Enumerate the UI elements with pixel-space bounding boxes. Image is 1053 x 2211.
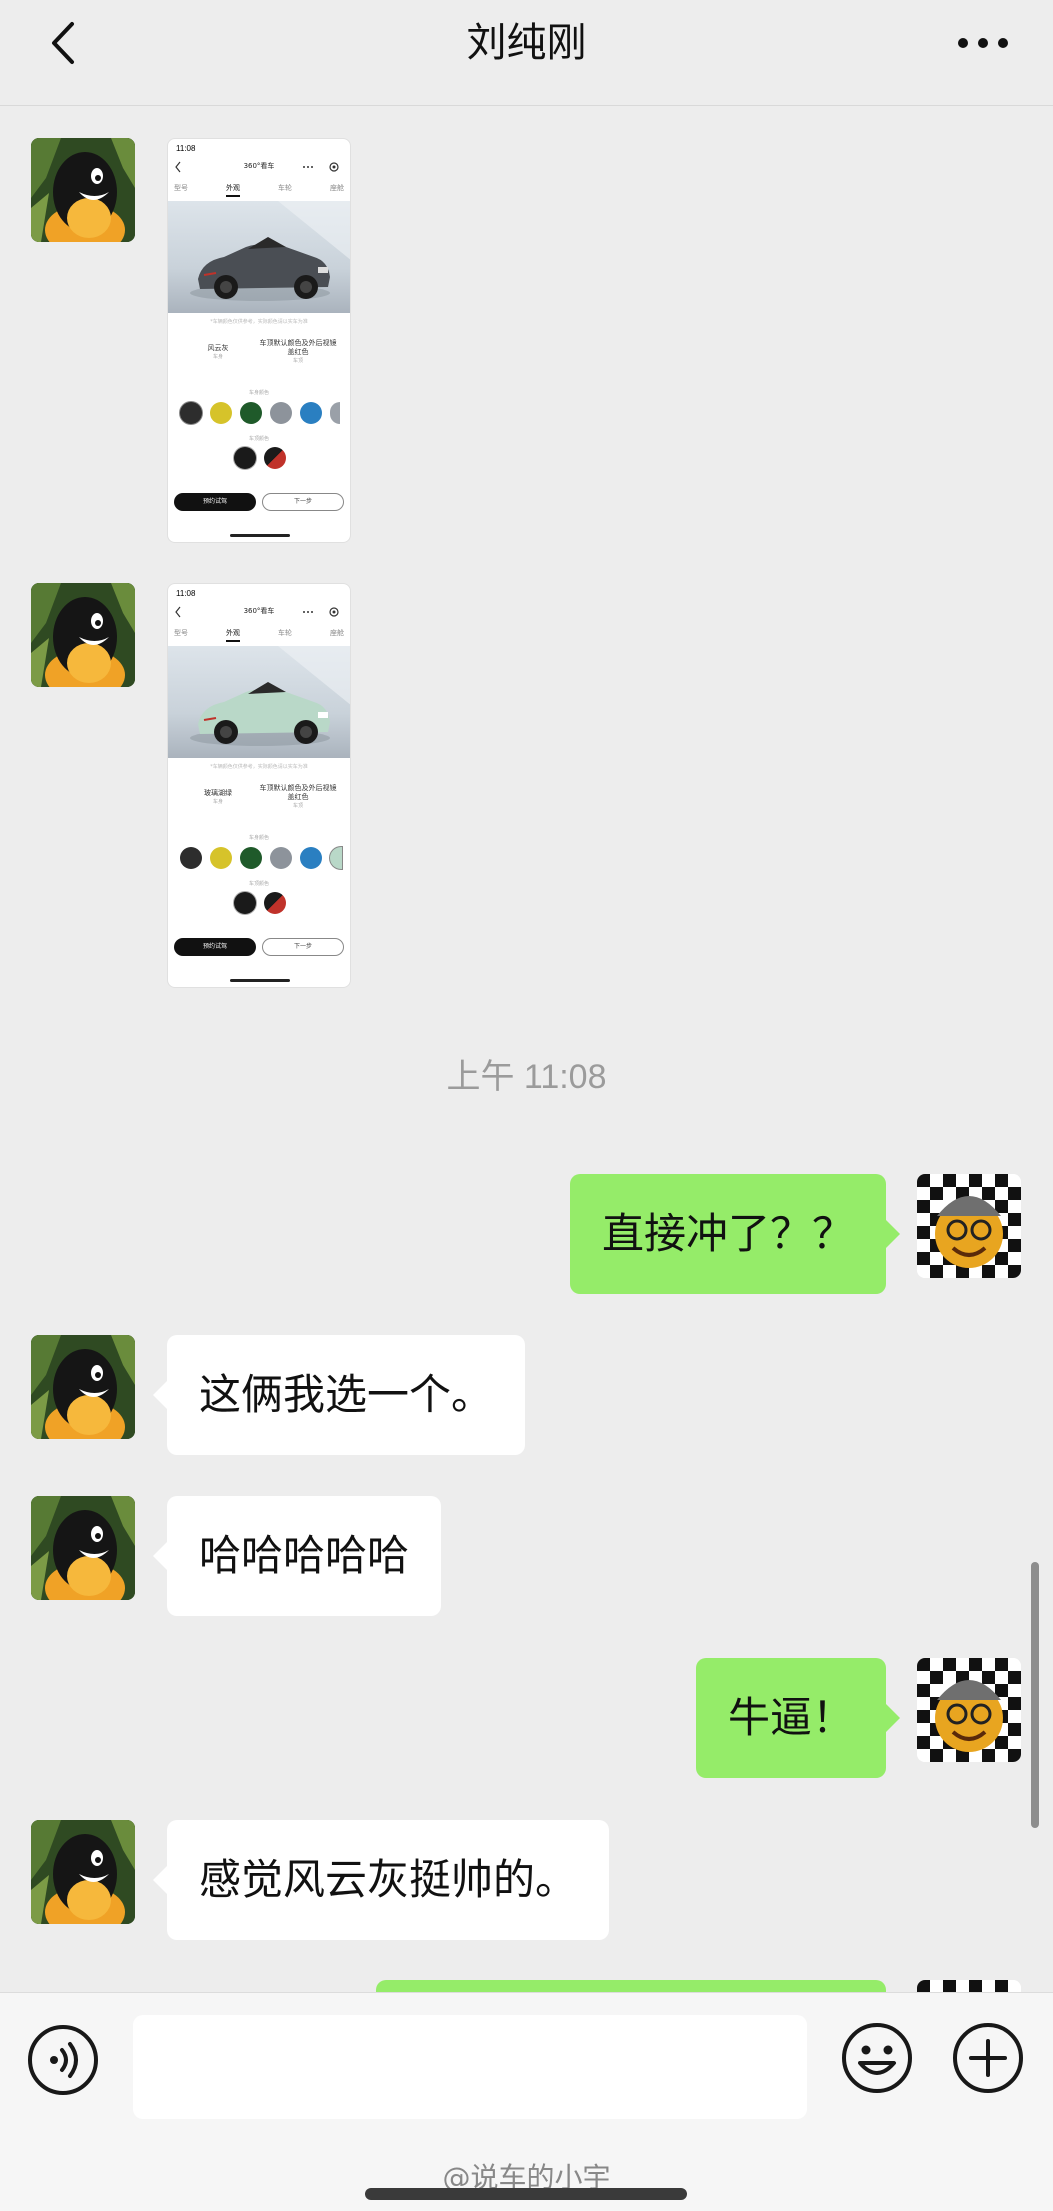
roof-swatch[interactable] (264, 447, 286, 469)
image-message[interactable]: 11:08 360°看车 型号 外观 车轮 座舱 *车辆颜色仅供参考，实际颜色请… (167, 138, 351, 543)
thumb-tab: 车轮 (278, 184, 292, 192)
plus-button[interactable] (951, 2021, 1025, 2095)
thumb-home-indicator (230, 979, 290, 982)
thumb-tab: 外观 (226, 628, 240, 642)
thumb-tabs: 型号 外观 车轮 座舱 (174, 183, 344, 197)
color-swatch[interactable] (210, 402, 232, 424)
color-swatch[interactable] (300, 402, 322, 424)
thumb-roof-swatches (168, 892, 350, 914)
message-bubble-other[interactable]: 这俩我选一个。 (152, 1335, 526, 1455)
home-indicator[interactable] (365, 2188, 687, 2200)
thumb-color-name: 风云灰 (207, 344, 229, 352)
thumb-tab: 座舱 (330, 184, 344, 192)
test-drive-button[interactable]: 预约试驾 (174, 493, 256, 511)
car-image (168, 646, 350, 758)
emoji-button[interactable] (840, 2021, 914, 2095)
image-message[interactable]: 11:08 360°看车 型号 外观 车轮 座舱 *车辆颜色仅供参考，实际颜色请… (167, 583, 351, 988)
contact-avatar[interactable] (31, 1335, 135, 1439)
more-horizontal-icon (958, 38, 1008, 48)
contact-avatar[interactable] (31, 138, 135, 242)
thumb-roof-sub: 车顶 (292, 803, 303, 809)
color-swatch[interactable] (300, 847, 322, 869)
plus-circle-icon (953, 2023, 1023, 2093)
roof-swatch[interactable] (234, 892, 256, 914)
roof-swatch[interactable] (264, 892, 286, 914)
thumb-body-color-label: 车身颜色 (248, 835, 269, 841)
roof-swatch[interactable] (234, 447, 256, 469)
self-avatar[interactable] (917, 1658, 1021, 1762)
contact-avatar[interactable] (31, 583, 135, 687)
color-swatch[interactable] (240, 402, 262, 424)
thumb-disclaimer: *车辆颜色仅供参考，实际颜色请以实车为准 (210, 764, 308, 770)
thumb-roof-color-label: 车顶颜色 (248, 436, 269, 442)
thumb-nav-title: 360°看车 (243, 162, 275, 170)
message-bubble-other[interactable]: 哈哈哈哈哈 (152, 1496, 442, 1616)
contact-avatar[interactable] (31, 1496, 135, 1600)
emoji-icon (842, 2023, 912, 2093)
color-swatch[interactable] (240, 847, 262, 869)
thumb-roof-swatches (168, 447, 350, 469)
thumb-roof-sub: 车顶 (292, 358, 303, 364)
self-avatar[interactable] (917, 1980, 1021, 1992)
thumb-roof-name: 车顶默认颜色及外后视镜盖红色 (259, 784, 337, 801)
chat-title: 刘纯刚 (466, 20, 587, 66)
color-swatch[interactable] (210, 847, 232, 869)
voice-button[interactable] (26, 2023, 100, 2097)
self-avatar[interactable] (917, 1174, 1021, 1278)
scrollbar[interactable] (1031, 1562, 1039, 1828)
next-step-button[interactable]: 下一步 (262, 938, 344, 956)
thumb-roof-name: 车顶默认颜色及外后视镜盖红色 (259, 339, 337, 356)
contact-avatar[interactable] (31, 1820, 135, 1924)
thumb-body-color-label: 车身颜色 (248, 390, 269, 396)
color-swatch[interactable] (270, 402, 292, 424)
thumb-nav-title: 360°看车 (243, 607, 275, 615)
color-swatch[interactable] (330, 402, 340, 424)
thumb-roof-color-label: 车顶颜色 (248, 881, 269, 887)
thumb-tab: 外观 (226, 183, 240, 197)
message-bubble-self[interactable] (376, 1980, 900, 2056)
thumb-color-name: 玻璃湖绿 (204, 789, 232, 797)
message-bubble-self[interactable]: 牛逼！ (695, 1658, 901, 1778)
color-swatch[interactable] (180, 402, 202, 424)
chat-header: 刘纯刚 (0, 0, 1053, 106)
voice-icon (28, 2025, 98, 2095)
thumb-color-info: 风云灰车身 车顶默认颜色及外后视镜盖红色车顶 (168, 339, 350, 373)
thumb-tab: 型号 (174, 184, 188, 192)
color-swatch[interactable] (180, 847, 202, 869)
chat-page: 刘纯刚 11:08 360°看车 型号 外观 车轮 座舱 *车辆颜色仅供参考，实… (0, 0, 1053, 2211)
thumb-color-swatches (180, 847, 350, 869)
thumb-color-swatches (180, 402, 350, 424)
thumb-tab: 车轮 (278, 629, 292, 637)
test-drive-button[interactable]: 预约试驾 (174, 938, 256, 956)
message-timestamp: 上午 11:08 (446, 1058, 607, 1096)
thumb-status-time: 11:08 (176, 144, 196, 153)
thumb-disclaimer: *车辆颜色仅供参考，实际颜色请以实车为准 (210, 319, 308, 325)
color-swatch[interactable] (270, 847, 292, 869)
message-bubble-other[interactable]: 感觉风云灰挺帅的。 (152, 1820, 610, 1940)
car-image (168, 201, 350, 313)
thumb-tabs: 型号 外观 车轮 座舱 (174, 628, 344, 642)
thumb-color-sub: 车身 (212, 354, 223, 360)
more-button[interactable] (953, 20, 1013, 66)
next-step-button[interactable]: 下一步 (262, 493, 344, 511)
thumb-tab: 型号 (174, 629, 188, 637)
thumb-color-sub: 车身 (212, 799, 223, 805)
message-bubble-self[interactable]: 直接冲了？？ (569, 1174, 901, 1294)
color-swatch[interactable] (330, 847, 342, 869)
thumb-color-info: 玻璃湖绿车身 车顶默认颜色及外后视镜盖红色车顶 (168, 784, 350, 818)
thumb-home-indicator (230, 534, 290, 537)
thumb-status-time: 11:08 (176, 589, 196, 598)
thumb-tab: 座舱 (330, 629, 344, 637)
message-input[interactable] (133, 2015, 807, 2119)
